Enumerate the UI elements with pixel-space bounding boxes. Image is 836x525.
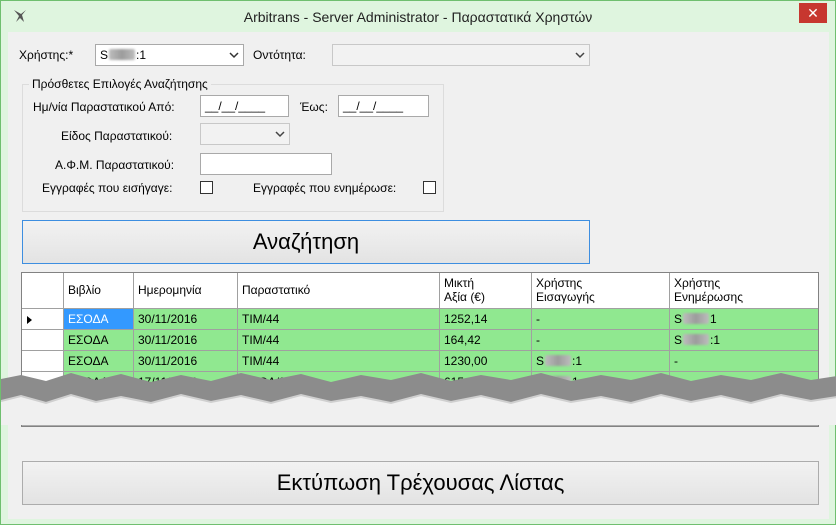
chevron-down-icon xyxy=(229,52,239,59)
column-header-text: Βιβλίο xyxy=(68,283,101,297)
column-header[interactable]: Ημερομηνία xyxy=(134,273,238,309)
column-header-text: Ενημέρωσης xyxy=(674,290,743,304)
entity-select[interactable] xyxy=(332,44,590,66)
inserted-records-label: Εγγραφές που εισήγαγε: xyxy=(42,181,173,195)
grid-cell[interactable]: 30/11/2016 xyxy=(134,330,238,351)
advanced-search-title: Πρόσθετες Επιλογές Αναζήτησης xyxy=(29,77,211,91)
masked-text xyxy=(683,334,710,345)
grid-cell[interactable]: ΤΙΜ/44 xyxy=(238,330,440,351)
column-header-text: Χρήστης xyxy=(536,276,583,290)
search-button[interactable]: Αναζήτηση xyxy=(22,220,590,264)
app-window: Arbitrans - Server Administrator - Παρασ… xyxy=(0,0,836,525)
print-list-button[interactable]: Εκτύπωση Τρέχουσας Λίστας xyxy=(22,461,819,505)
date-to-input[interactable]: __/__/____ xyxy=(338,95,429,117)
chevron-down-icon xyxy=(275,131,285,138)
updated-records-label: Εγγραφές που ενημέρωσε: xyxy=(253,181,397,195)
grid-corner-header xyxy=(22,273,64,309)
grid-cell-insert-user[interactable]: - xyxy=(532,309,670,330)
date-to-label: Έως: xyxy=(300,100,328,114)
grid-cell[interactable]: ΕΣΟΔΑ xyxy=(64,309,134,330)
date-from-label: Ημ/νία Παραστατικού Από: xyxy=(33,100,175,114)
grid-cell[interactable]: ΕΣΟΔΑ xyxy=(64,330,134,351)
doc-type-select[interactable] xyxy=(200,123,290,145)
vat-label: Α.Φ.Μ. Παραστατικού: xyxy=(55,158,175,172)
window-title: Arbitrans - Server Administrator - Παρασ… xyxy=(243,9,593,25)
column-header[interactable]: Μικτή Αξία (€) xyxy=(440,273,532,309)
column-header[interactable]: Παραστατικό xyxy=(238,273,440,309)
column-header-text: Χρήστης xyxy=(674,276,721,290)
doc-type-label: Είδος Παραστατικού: xyxy=(61,129,173,143)
title-bar[interactable]: Arbitrans - Server Administrator - Παρασ… xyxy=(1,1,835,32)
vat-input[interactable] xyxy=(200,153,332,175)
masked-text xyxy=(683,313,710,324)
chevron-down-icon xyxy=(575,52,585,59)
column-header-text: Αξία (€) xyxy=(444,290,485,304)
column-header-text: Εισαγωγής xyxy=(536,290,595,304)
grid-cell-insert-user[interactable]: - xyxy=(532,330,670,351)
grid-cell-update-user[interactable]: S:1 xyxy=(670,330,818,351)
close-button[interactable]: ✕ xyxy=(799,3,827,23)
grid-cell[interactable]: 30/11/2016 xyxy=(134,309,238,330)
entity-label: Οντότητα: xyxy=(253,48,306,62)
torn-edge-decoration xyxy=(1,373,836,425)
column-header-text: Παραστατικό xyxy=(242,283,311,297)
inserted-records-checkbox[interactable] xyxy=(200,181,213,194)
user-label: Χρήστης:* xyxy=(19,48,74,62)
current-row-arrow-icon xyxy=(27,316,32,324)
date-from-input[interactable]: __/__/____ xyxy=(200,95,289,117)
column-header[interactable]: Χρήστης Ενημέρωσης xyxy=(670,273,818,309)
grid-cell-update-user[interactable]: S1 xyxy=(670,309,818,330)
grid-cell[interactable]: 164,42 xyxy=(440,330,532,351)
updated-records-checkbox[interactable] xyxy=(423,181,436,194)
column-header[interactable]: Χρήστης Εισαγωγής xyxy=(532,273,670,309)
client-area: Χρήστης:* S:1 Οντότητα: Πρόσθετες Επιλογ… xyxy=(8,32,829,519)
column-header[interactable]: Βιβλίο xyxy=(64,273,134,309)
row-header[interactable] xyxy=(22,330,64,351)
masked-text xyxy=(109,49,136,60)
user-select[interactable]: S:1 xyxy=(95,44,244,66)
grid-cell[interactable]: 1252,14 xyxy=(440,309,532,330)
column-header-text: Ημερομηνία xyxy=(138,283,202,297)
user-select-value: S:1 xyxy=(100,48,147,62)
grid-cell[interactable]: ΤΙΜ/44 xyxy=(238,309,440,330)
row-header[interactable] xyxy=(22,309,64,330)
column-header-text: Μικτή xyxy=(444,276,475,290)
